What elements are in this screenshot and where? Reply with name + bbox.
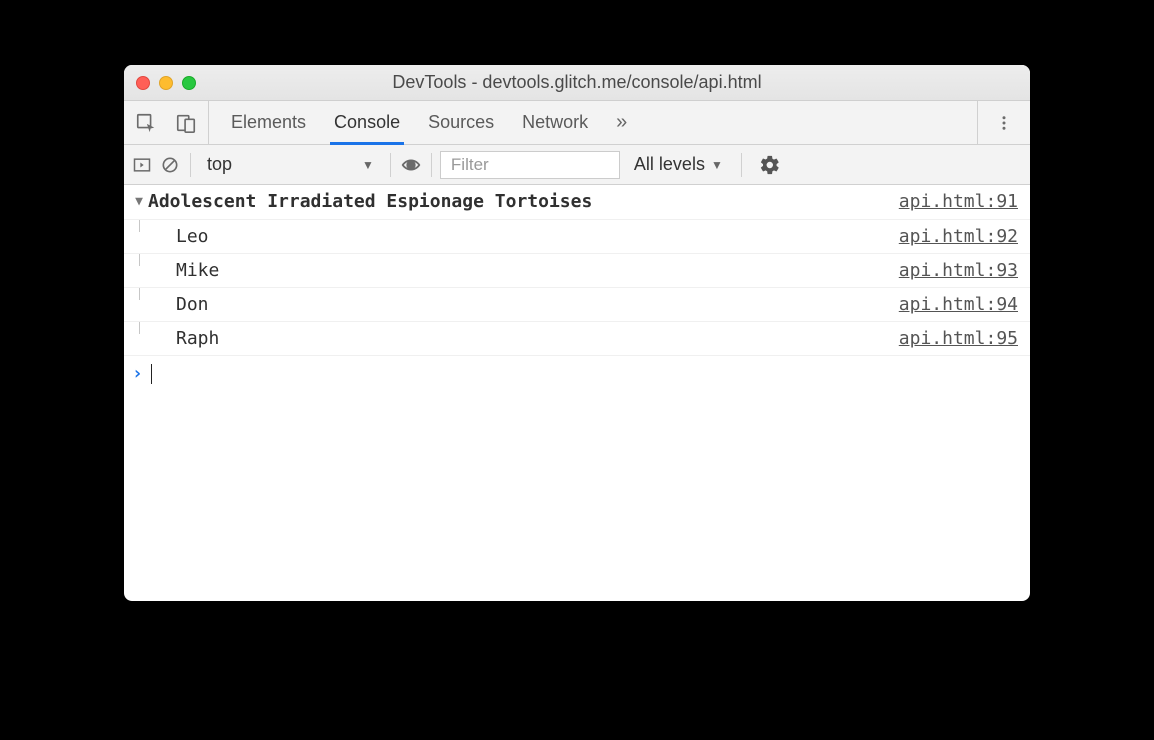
separator [741,153,742,177]
separator [431,153,432,177]
source-link[interactable]: api.html:91 [899,191,1018,212]
console-sidebar-toggle-icon[interactable] [130,153,154,177]
devtools-window: DevTools - devtools.glitch.me/console/ap… [124,65,1030,601]
zoom-window-button[interactable] [182,76,196,90]
window-titlebar: DevTools - devtools.glitch.me/console/ap… [124,65,1030,101]
more-options-button[interactable] [992,111,1016,135]
console-log-row: Don api.html:94 [124,288,1030,322]
window-title: DevTools - devtools.glitch.me/console/ap… [124,72,1030,93]
main-tabstrip: Elements Console Sources Network » [124,101,1030,145]
console-settings-icon[interactable] [756,151,784,179]
console-prompt[interactable]: › [124,356,1030,392]
close-window-button[interactable] [136,76,150,90]
console-message-text: Mike [176,260,899,281]
tab-label: Network [522,112,588,133]
tab-elements[interactable]: Elements [217,101,320,144]
source-link[interactable]: api.html:95 [899,328,1018,349]
console-log-row: Mike api.html:93 [124,254,1030,288]
inspect-element-icon[interactable] [134,111,158,135]
chevron-down-icon: ▼ [362,158,374,172]
device-toggle-icon[interactable] [174,111,198,135]
console-filter-input[interactable] [440,151,620,179]
context-label: top [207,154,232,175]
source-link[interactable]: api.html:94 [899,294,1018,315]
separator [390,153,391,177]
console-toolbar: top ▼ All levels ▼ [124,145,1030,185]
console-group-header: ▼ Adolescent Irradiated Espionage Tortoi… [124,185,1030,220]
panel-tabs: Elements Console Sources Network » [209,101,977,144]
console-log-row: Leo api.html:92 [124,220,1030,254]
tab-sources[interactable]: Sources [414,101,508,144]
minimize-window-button[interactable] [159,76,173,90]
console-log-row: Raph api.html:95 [124,322,1030,356]
tab-console[interactable]: Console [320,101,414,144]
tabs-overflow-button[interactable]: » [602,101,641,144]
console-message-text: Don [176,294,899,315]
console-message-text: Leo [176,226,899,247]
prompt-chevron-icon: › [132,365,143,383]
console-output: ▼ Adolescent Irradiated Espionage Tortoi… [124,185,1030,601]
console-message-text: Raph [176,328,899,349]
tabstrip-right-group [977,101,1030,144]
source-link[interactable]: api.html:92 [899,226,1018,247]
console-message-text: Adolescent Irradiated Espionage Tortoise… [148,191,899,212]
levels-label: All levels [634,154,705,175]
inspect-tools-group [124,101,209,144]
clear-console-icon[interactable] [158,153,182,177]
tab-label: Console [334,112,400,133]
tab-label: Sources [428,112,494,133]
live-expression-icon[interactable] [399,153,423,177]
chevron-down-icon: ▼ [711,158,723,172]
log-levels-selector[interactable]: All levels ▼ [624,154,733,175]
disclosure-triangle-icon[interactable]: ▼ [130,191,148,213]
source-link[interactable]: api.html:93 [899,260,1018,281]
tab-network[interactable]: Network [508,101,602,144]
tab-label: Elements [231,112,306,133]
execution-context-selector[interactable]: top ▼ [199,152,382,177]
chevron-right-double-icon: » [616,111,627,134]
text-caret [151,364,152,384]
traffic-lights [136,76,196,90]
separator [190,153,191,177]
